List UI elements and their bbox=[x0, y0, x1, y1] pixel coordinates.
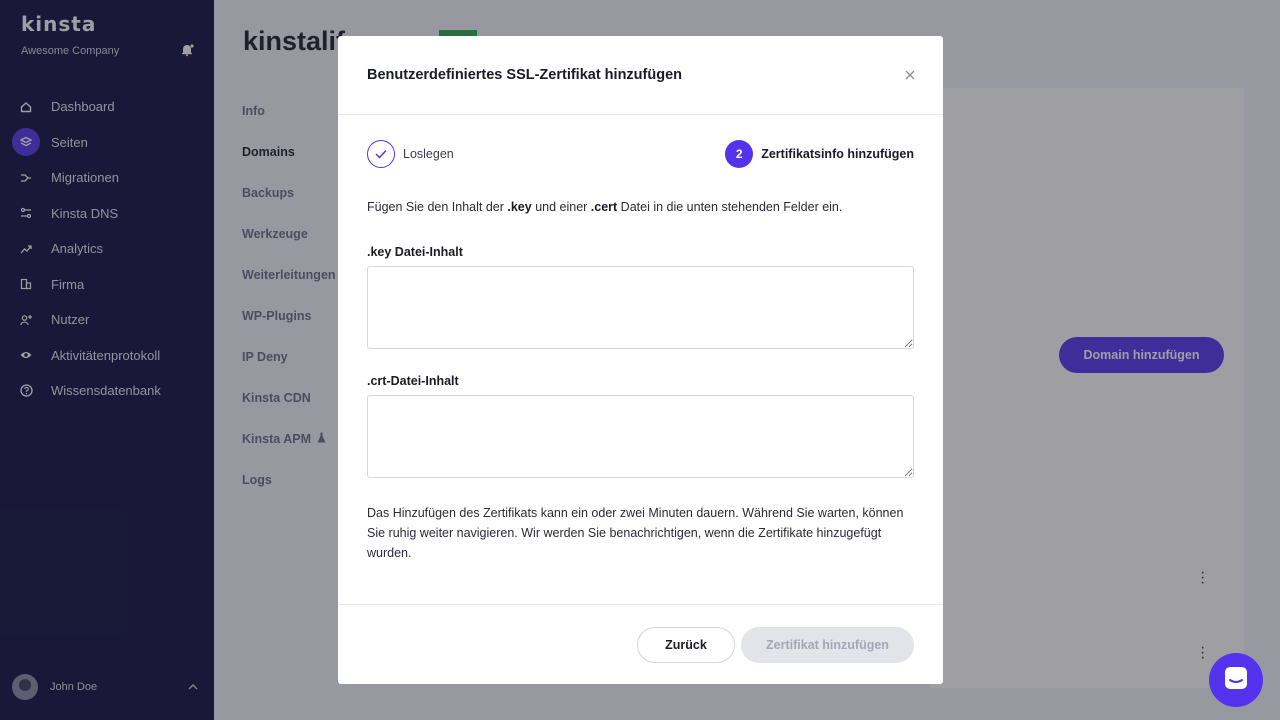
intro-key: .key bbox=[507, 200, 532, 214]
crt-field-label: .crt-Datei-Inhalt bbox=[367, 374, 459, 388]
modal-title: Benutzerdefiniertes SSL-Zertifikat hinzu… bbox=[367, 67, 682, 83]
intro-cert: .cert bbox=[590, 200, 618, 214]
chat-icon bbox=[1223, 665, 1249, 696]
key-content-textarea[interactable] bbox=[367, 266, 914, 349]
step-2: 2 Zertifikatsinfo hinzufügen bbox=[725, 140, 914, 168]
intro-prefix: Fügen Sie den Inhalt der bbox=[367, 200, 508, 214]
ssl-certificate-modal: Benutzerdefiniertes SSL-Zertifikat hinzu… bbox=[338, 36, 943, 684]
key-field-label: .key Datei-Inhalt bbox=[367, 245, 463, 259]
modal-header: Benutzerdefiniertes SSL-Zertifikat hinzu… bbox=[338, 36, 943, 115]
back-button[interactable]: Zurück bbox=[637, 627, 735, 663]
add-certificate-button[interactable]: Zertifikat hinzufügen bbox=[741, 627, 914, 663]
close-icon[interactable] bbox=[904, 68, 916, 80]
instructions-text: Fügen Sie den Inhalt der .key und einer … bbox=[367, 200, 842, 214]
check-icon bbox=[367, 140, 395, 168]
modal-footer: Zurück Zertifikat hinzufügen bbox=[338, 604, 943, 684]
step-1: Loslegen bbox=[367, 140, 454, 168]
intro-middle: und einer bbox=[531, 200, 591, 214]
intro-suffix: Datei in die unten stehenden Felder ein. bbox=[617, 200, 843, 214]
info-note: Das Hinzufügen des Zertifikats kann ein … bbox=[367, 506, 904, 560]
step-2-number: 2 bbox=[725, 140, 754, 168]
chat-button[interactable] bbox=[1209, 653, 1263, 707]
step-2-label: Zertifikatsinfo hinzufügen bbox=[761, 147, 914, 161]
step-1-label: Loslegen bbox=[403, 147, 454, 161]
stepper: Loslegen 2 Zertifikatsinfo hinzufügen bbox=[367, 140, 914, 168]
crt-content-textarea[interactable] bbox=[367, 395, 914, 478]
